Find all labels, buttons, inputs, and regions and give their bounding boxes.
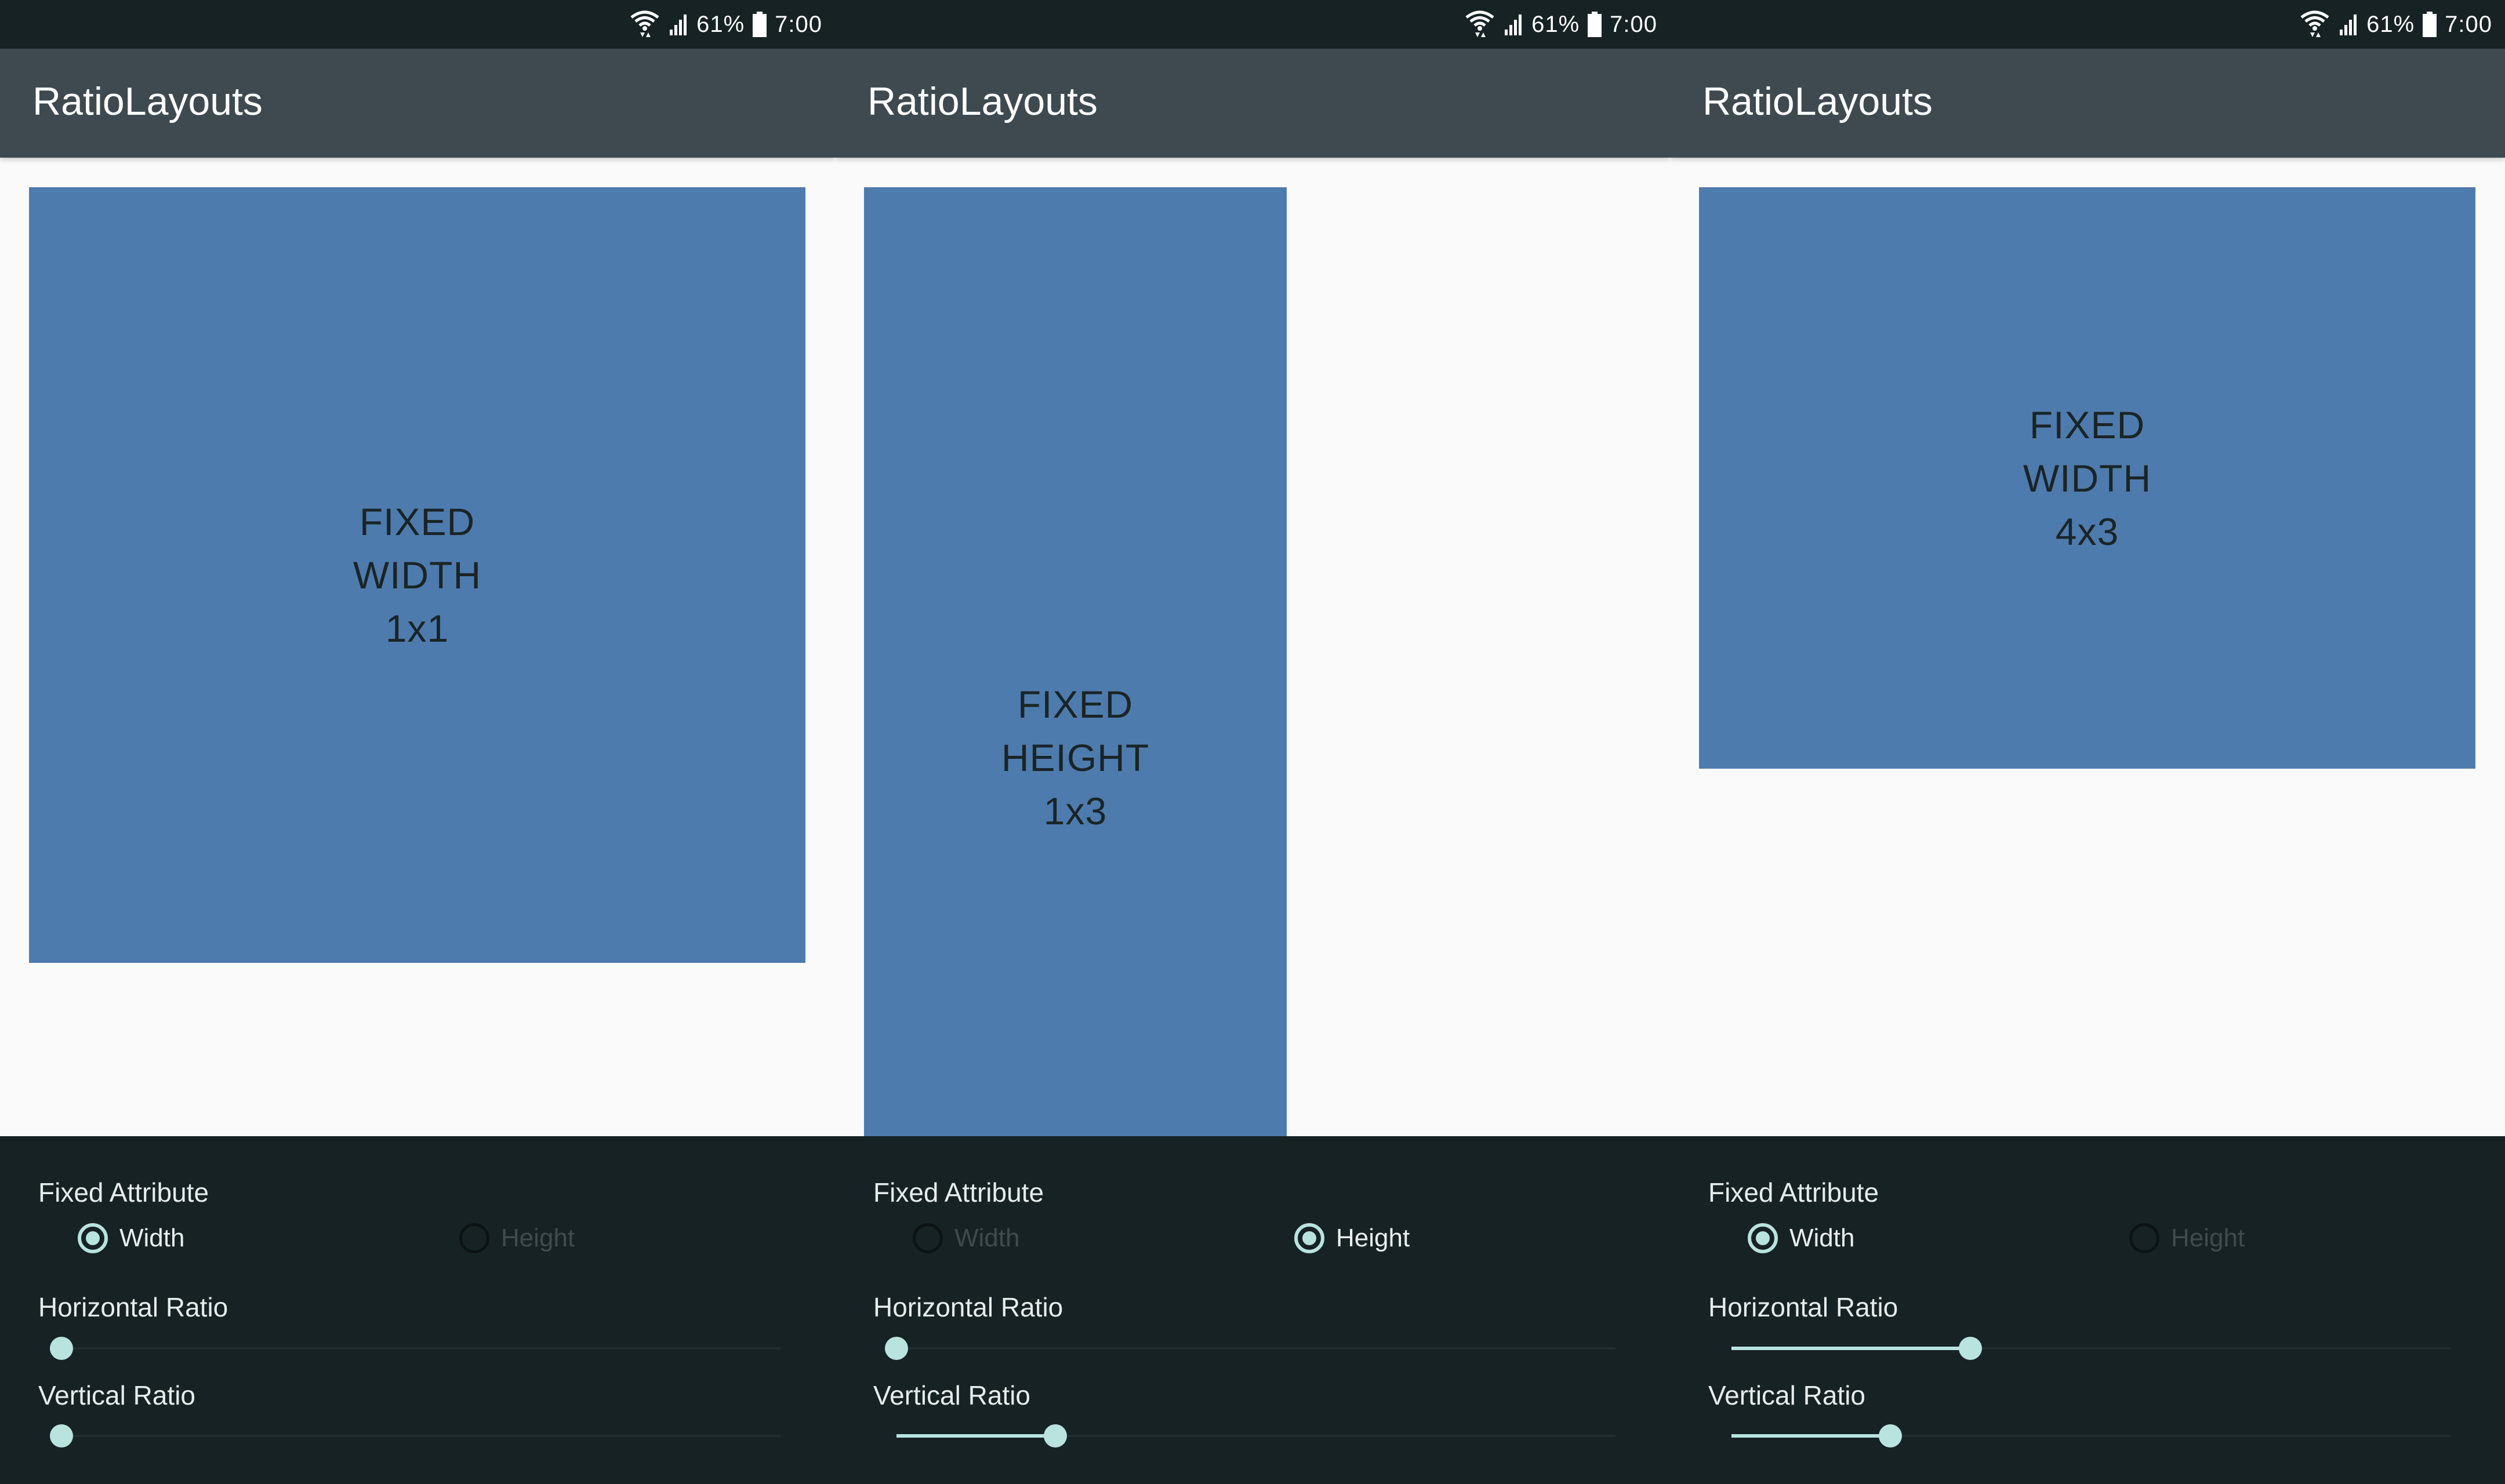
radio-height-label: Height bbox=[2171, 1224, 2245, 1252]
phone-screen-1: 61% 7:00 RatioLayouts FIXED WIDTH 1x1 Fi… bbox=[0, 0, 835, 1484]
ratio-box-label: FIXED HEIGHT 1x3 bbox=[1001, 678, 1149, 838]
ratio-label-line: WIDTH bbox=[2023, 456, 2152, 500]
horizontal-ratio-slider[interactable] bbox=[38, 1331, 780, 1366]
radio-width-label: Width bbox=[119, 1224, 185, 1252]
battery-icon bbox=[1588, 12, 1602, 37]
signal-icon bbox=[2339, 13, 2358, 35]
app-bar: RatioLayouts bbox=[835, 49, 1670, 158]
vertical-ratio-slider[interactable] bbox=[873, 1418, 1615, 1453]
wifi-icon bbox=[2299, 9, 2330, 39]
ratio-label-line: WIDTH bbox=[353, 554, 482, 596]
radio-width[interactable]: Width bbox=[78, 1223, 184, 1253]
ratio-box: FIXED WIDTH 4x3 bbox=[1699, 187, 2475, 769]
radio-height-label: Height bbox=[1336, 1224, 1410, 1252]
radio-height[interactable]: Height bbox=[1294, 1223, 1410, 1253]
radio-width-label: Width bbox=[954, 1224, 1020, 1252]
radio-width-label: Width bbox=[1789, 1224, 1855, 1252]
slider-thumb[interactable] bbox=[1879, 1424, 1902, 1447]
radio-circle-selected[interactable] bbox=[1748, 1223, 1778, 1253]
status-bar: 61% 7:00 bbox=[835, 0, 1670, 49]
radio-height[interactable]: Height bbox=[459, 1223, 575, 1253]
ratio-preview-area: FIXED HEIGHT 1x3 bbox=[835, 158, 1670, 1136]
phone-screen-2: 61% 7:00 RatioLayouts FIXED HEIGHT 1x3 F… bbox=[835, 0, 1670, 1484]
ratio-preview-area: FIXED WIDTH 1x1 bbox=[0, 158, 835, 1136]
battery-percent: 61% bbox=[696, 11, 745, 37]
controls-panel: Fixed Attribute Width Height Horizontal … bbox=[1670, 1136, 2505, 1484]
ratio-label-line: 1x1 bbox=[385, 607, 449, 650]
slider-thumb[interactable] bbox=[1044, 1424, 1067, 1447]
app-title: RatioLayouts bbox=[32, 79, 263, 123]
slider-fill bbox=[1731, 1347, 1970, 1350]
screenshot-strip: 61% 7:00 RatioLayouts FIXED WIDTH 1x1 Fi… bbox=[0, 0, 2505, 1484]
ratio-label-line: 1x3 bbox=[1043, 789, 1108, 832]
wifi-icon bbox=[1464, 9, 1495, 39]
ratio-box: FIXED WIDTH 1x1 bbox=[29, 187, 805, 963]
ratio-label-line: HEIGHT bbox=[1001, 736, 1150, 779]
ratio-label-line: FIXED bbox=[359, 500, 475, 543]
slider-thumb[interactable] bbox=[50, 1424, 73, 1447]
app-title: RatioLayouts bbox=[1702, 79, 1933, 123]
horizontal-ratio-slider[interactable] bbox=[1708, 1331, 2450, 1366]
ratio-label-line: FIXED bbox=[1017, 682, 1134, 726]
wifi-icon bbox=[629, 9, 660, 39]
fixed-attribute-label: Fixed Attribute bbox=[1708, 1177, 1879, 1207]
battery-icon bbox=[2423, 12, 2437, 37]
slider-fill bbox=[1731, 1434, 1890, 1438]
slider-track[interactable] bbox=[61, 1435, 780, 1437]
controls-panel: Fixed Attribute Width Height Horizontal … bbox=[0, 1136, 835, 1484]
radio-width[interactable]: Width bbox=[1748, 1223, 1854, 1253]
slider-thumb[interactable] bbox=[1959, 1337, 1982, 1360]
fixed-attribute-label: Fixed Attribute bbox=[873, 1177, 1044, 1207]
radio-circle-unselected[interactable] bbox=[459, 1223, 489, 1253]
app-bar: RatioLayouts bbox=[1670, 49, 2505, 158]
horizontal-ratio-label: Horizontal Ratio bbox=[1708, 1292, 1898, 1322]
slider-thumb[interactable] bbox=[50, 1337, 73, 1360]
ratio-preview-area: FIXED WIDTH 4x3 bbox=[1670, 158, 2505, 1136]
vertical-ratio-label: Vertical Ratio bbox=[1708, 1380, 1866, 1410]
horizontal-ratio-label: Horizontal Ratio bbox=[38, 1292, 228, 1322]
vertical-ratio-label: Vertical Ratio bbox=[873, 1380, 1031, 1410]
battery-percent: 61% bbox=[1531, 11, 1580, 37]
status-indicators: 61% 7:00 bbox=[629, 8, 822, 41]
ratio-label-line: 4x3 bbox=[2055, 510, 2119, 553]
slider-track[interactable] bbox=[896, 1347, 1615, 1350]
slider-track[interactable] bbox=[61, 1347, 780, 1350]
horizontal-ratio-label: Horizontal Ratio bbox=[873, 1292, 1063, 1322]
status-bar: 61% 7:00 bbox=[1670, 0, 2505, 49]
radio-width[interactable]: Width bbox=[913, 1223, 1019, 1253]
vertical-ratio-slider[interactable] bbox=[38, 1418, 780, 1453]
status-indicators: 61% 7:00 bbox=[1464, 8, 1657, 41]
radio-height-label: Height bbox=[501, 1224, 575, 1252]
signal-icon bbox=[1504, 13, 1523, 35]
slider-fill bbox=[896, 1434, 1055, 1438]
radio-height[interactable]: Height bbox=[2129, 1223, 2245, 1253]
clock: 7:00 bbox=[775, 11, 822, 37]
phone-screen-3: 61% 7:00 RatioLayouts FIXED WIDTH 4x3 Fi… bbox=[1670, 0, 2505, 1484]
radio-circle-unselected[interactable] bbox=[913, 1223, 943, 1253]
horizontal-ratio-slider[interactable] bbox=[873, 1331, 1615, 1366]
fixed-attribute-label: Fixed Attribute bbox=[38, 1177, 209, 1207]
ratio-label-line: FIXED bbox=[2029, 403, 2145, 446]
clock: 7:00 bbox=[1610, 11, 1657, 37]
ratio-box-label: FIXED WIDTH 4x3 bbox=[2023, 398, 2151, 558]
app-title: RatioLayouts bbox=[867, 79, 1098, 123]
radio-circle-selected[interactable] bbox=[1294, 1223, 1324, 1253]
app-bar: RatioLayouts bbox=[0, 49, 835, 158]
radio-circle-selected[interactable] bbox=[78, 1223, 108, 1253]
vertical-ratio-label: Vertical Ratio bbox=[38, 1380, 196, 1410]
signal-icon bbox=[669, 13, 688, 35]
ratio-box-label: FIXED WIDTH 1x1 bbox=[353, 495, 481, 655]
vertical-ratio-slider[interactable] bbox=[1708, 1418, 2450, 1453]
clock: 7:00 bbox=[2445, 11, 2492, 37]
status-bar: 61% 7:00 bbox=[0, 0, 835, 49]
status-indicators: 61% 7:00 bbox=[2299, 8, 2492, 41]
slider-thumb[interactable] bbox=[885, 1337, 908, 1360]
ratio-box: FIXED HEIGHT 1x3 bbox=[864, 187, 1287, 1136]
battery-percent: 61% bbox=[2366, 11, 2415, 37]
controls-panel: Fixed Attribute Width Height Horizontal … bbox=[835, 1136, 1670, 1484]
battery-icon bbox=[753, 12, 767, 37]
radio-circle-unselected[interactable] bbox=[2129, 1223, 2159, 1253]
